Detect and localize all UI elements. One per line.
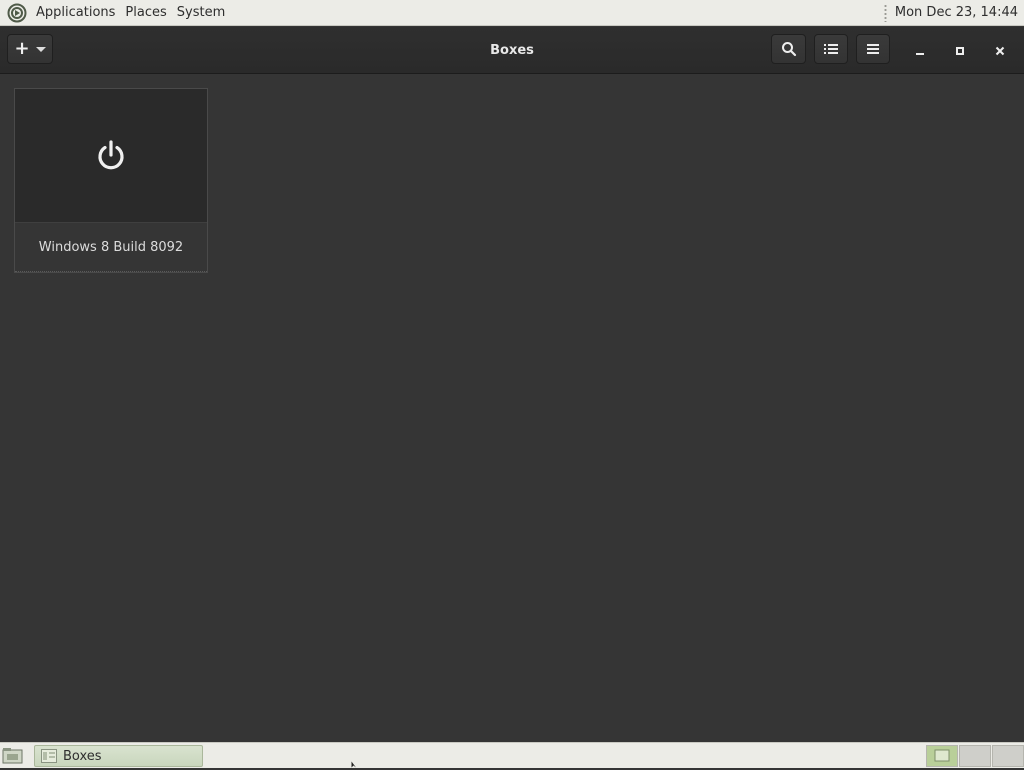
taskbar-item-label: Boxes: [63, 748, 102, 764]
machine-tile[interactable]: Windows 8 Build 8092: [14, 88, 208, 273]
machine-collection: Windows 8 Build 8092: [0, 75, 1024, 742]
close-icon: [995, 46, 1005, 56]
list-view-button[interactable]: [814, 34, 848, 64]
top-panel: Applications Places System Mon Dec 23, 1…: [0, 0, 1024, 26]
mouse-cursor-icon: [351, 761, 356, 768]
power-icon: [98, 139, 124, 169]
search-icon: [781, 42, 796, 57]
bottom-panel: Boxes: [0, 742, 1024, 768]
taskbar-item-boxes[interactable]: Boxes: [34, 745, 203, 767]
distro-logo-icon[interactable]: [7, 3, 27, 23]
panel-drag-handle[interactable]: [883, 3, 887, 22]
workspace-2[interactable]: [959, 745, 991, 767]
clock[interactable]: Mon Dec 23, 14:44: [895, 5, 1024, 20]
chevron-down-icon: [35, 46, 46, 52]
plus-icon: +: [14, 38, 30, 59]
hamburger-menu-icon: [867, 44, 879, 54]
system-menu[interactable]: System: [172, 5, 230, 20]
maximize-button[interactable]: [948, 39, 972, 63]
minimize-button[interactable]: [908, 39, 932, 63]
places-menu[interactable]: Places: [120, 5, 171, 20]
show-desktop-icon[interactable]: [2, 747, 24, 765]
machine-name: Windows 8 Build 8092: [15, 222, 207, 272]
minimize-icon: [916, 53, 924, 55]
workspace-1[interactable]: [926, 745, 958, 767]
header-bar: Boxes +: [0, 27, 1024, 74]
machine-thumbnail[interactable]: [15, 89, 207, 222]
workspace-3[interactable]: [992, 745, 1024, 767]
boxes-app-icon: [41, 749, 57, 763]
applications-menu[interactable]: Applications: [31, 5, 120, 20]
search-button[interactable]: [771, 34, 806, 64]
main-menu-button[interactable]: [856, 34, 890, 64]
list-view-icon: [824, 44, 838, 54]
window-preview-icon: [934, 749, 950, 762]
new-box-button[interactable]: +: [7, 34, 53, 64]
maximize-icon: [956, 47, 964, 55]
close-button[interactable]: [988, 39, 1012, 63]
